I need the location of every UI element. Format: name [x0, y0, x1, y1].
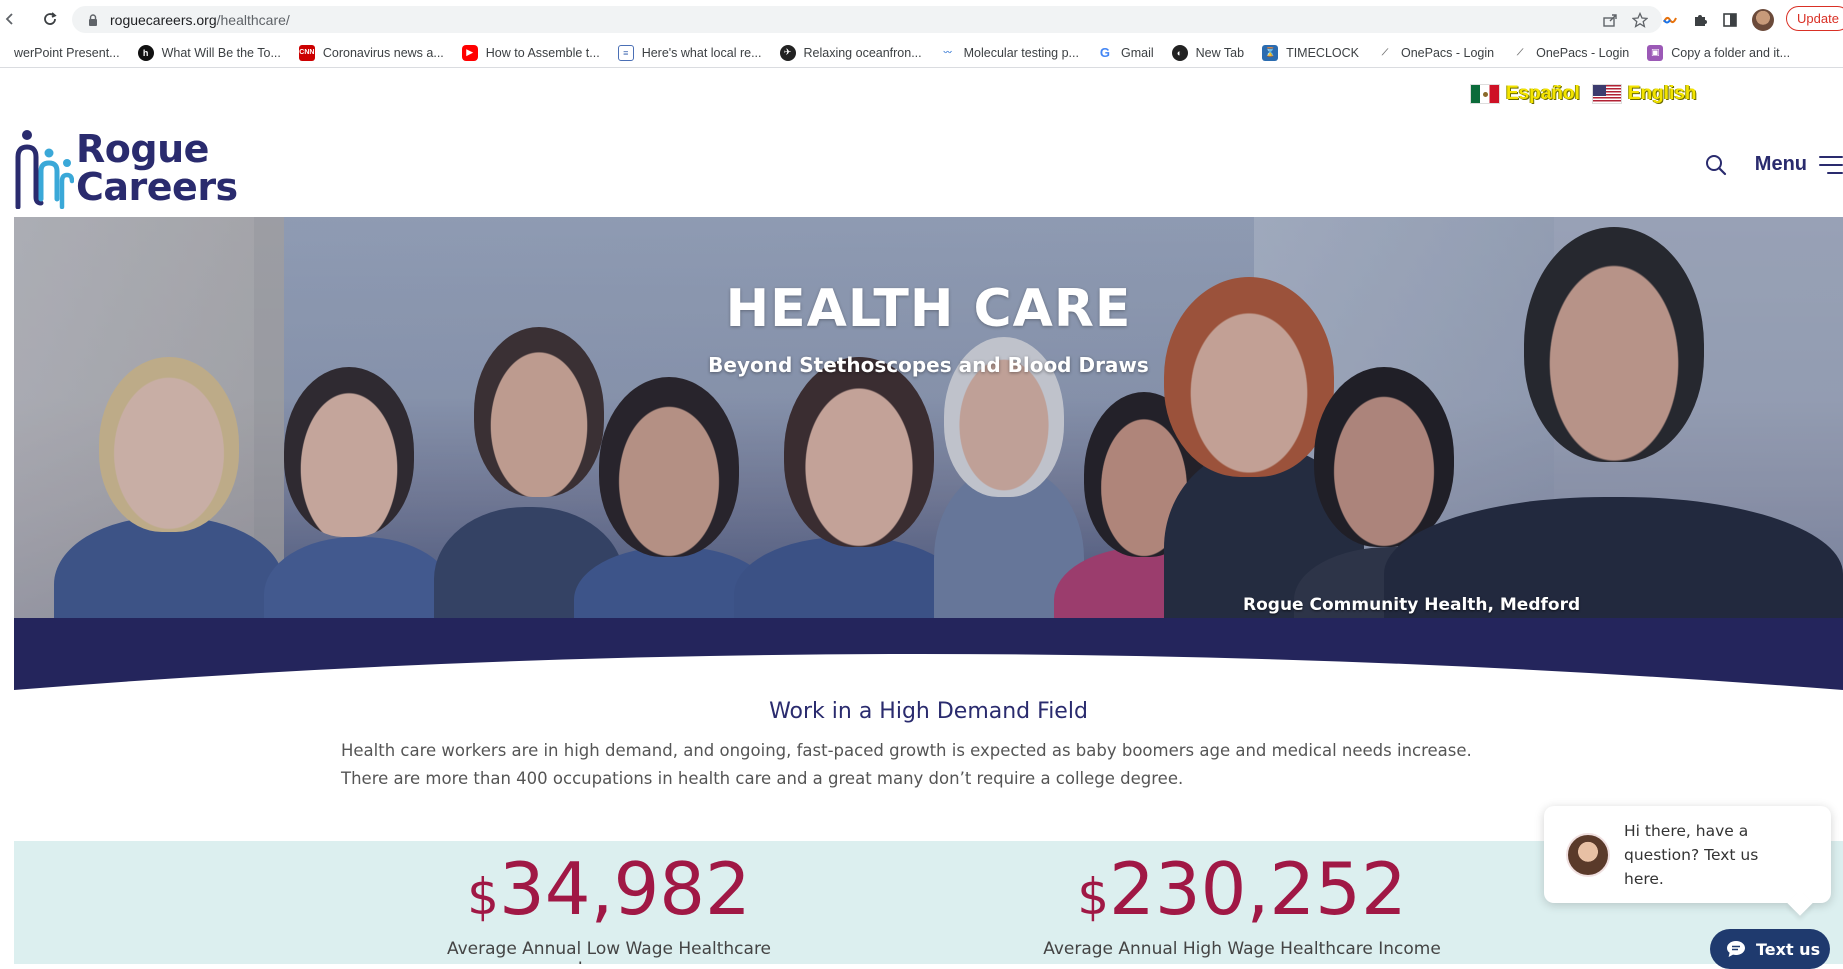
url-path: /healthcare/	[216, 11, 290, 28]
bookmark-item[interactable]: ▶ How to Assemble t...	[461, 44, 600, 61]
bookmark-item[interactable]: werPoint Present...	[14, 46, 120, 60]
wave-divider	[14, 618, 1843, 690]
hero-title: HEALTH CARE	[725, 279, 1132, 339]
bookmark-item[interactable]: ⟋ OnePacs - Login	[1512, 44, 1629, 61]
h-icon: h	[137, 44, 154, 61]
bookmarks-bar: werPoint Present... h What Will Be the To…	[0, 38, 1843, 68]
logo-text: Rogue Careers	[76, 127, 238, 209]
site-header: Rogue Careers Menu	[14, 119, 1843, 217]
extension-colored-icon[interactable]	[1662, 12, 1678, 28]
reload-icon[interactable]	[36, 5, 64, 33]
section-body: Health care workers are in high demand, …	[341, 741, 1472, 788]
youtube-icon: ▶	[461, 44, 478, 61]
hero-subtitle: Beyond Stethoscopes and Blood Draws	[708, 353, 1149, 377]
share-icon[interactable]	[1602, 12, 1618, 28]
lock-icon	[89, 13, 97, 26]
mexico-flag-icon	[1470, 84, 1500, 104]
globe-icon: ◐	[1171, 44, 1188, 61]
spanish-link[interactable]: Español	[1470, 83, 1580, 105]
search-icon[interactable]	[1705, 154, 1727, 176]
profile-avatar[interactable]	[1752, 8, 1774, 31]
low-wage-stat: $34,982 Average Annual Low Wage Healthca…	[414, 841, 804, 964]
puzzle-icon[interactable]	[1692, 12, 1708, 28]
english-link[interactable]: English	[1591, 83, 1697, 105]
bookmark-item[interactable]: ◐ New Tab	[1171, 44, 1244, 61]
star-icon[interactable]	[1632, 11, 1648, 28]
bookmark-item[interactable]: 〰 Molecular testing p...	[939, 44, 1079, 61]
bookmark-item[interactable]: ⌛ TIMECLOCK	[1262, 44, 1359, 61]
stat-label: Average Annual Low Wage Healthcare Incom…	[446, 939, 772, 964]
lab-icon: 〰	[939, 44, 956, 61]
section-title: Work in a High Demand Field	[769, 699, 1088, 724]
google-icon: G	[1096, 44, 1113, 61]
hero-banner: HEALTH CARE Beyond Stethoscopes and Bloo…	[14, 217, 1843, 619]
address-bar[interactable]: roguecareers.org/healthcare/	[72, 6, 1662, 33]
bookmark-item[interactable]: G Gmail	[1096, 44, 1154, 61]
menu-button[interactable]: Menu	[1755, 153, 1843, 176]
bookmark-item[interactable]: h What Will Be the To...	[137, 44, 281, 61]
news-icon: ≡	[617, 44, 634, 61]
folder-icon: ▣	[1647, 44, 1664, 61]
text-us-button[interactable]: Text us	[1710, 929, 1830, 969]
stat-value: $230,252	[1077, 847, 1407, 931]
side-panel-icon[interactable]	[1722, 12, 1738, 28]
back-icon[interactable]	[0, 5, 20, 33]
bookmark-item[interactable]: ✈ Relaxing oceanfron...	[779, 44, 922, 61]
onepacs-icon: ⟋	[1512, 44, 1529, 61]
chat-prompt-bubble[interactable]: Hi there, have a question? Text us here.	[1544, 806, 1831, 903]
stat-label: Average Annual High Wage Healthcare Inco…	[1043, 939, 1441, 959]
logo-people-icon	[15, 130, 74, 209]
chat-agent-avatar	[1566, 832, 1610, 877]
cnn-icon: CNN	[298, 44, 315, 61]
hero-caption: Rogue Community Health, Medford	[1243, 595, 1581, 615]
bookmark-item[interactable]: ▣ Copy a folder and it...	[1647, 44, 1790, 61]
site-logo[interactable]: Rogue Careers	[14, 127, 238, 209]
hamburger-icon	[1819, 155, 1843, 174]
us-flag-icon	[1591, 84, 1622, 104]
chat-message: Hi there, have a question? Text us here.	[1624, 821, 1759, 888]
chat-icon	[1727, 941, 1745, 957]
bookmark-item[interactable]: ≡ Here's what local re...	[617, 44, 762, 61]
update-button[interactable]: Update	[1786, 6, 1843, 31]
browser-toolbar: roguecareers.org/healthcare/ Update	[0, 0, 1843, 38]
language-switcher: Español English	[1470, 83, 1697, 105]
bookmark-item[interactable]: CNN Coronavirus news a...	[298, 44, 444, 61]
hero-overlay	[14, 217, 1843, 619]
timeclock-icon: ⌛	[1262, 44, 1279, 61]
onepacs-icon: ⟋	[1377, 44, 1393, 61]
high-wage-stat: $230,252 Average Annual High Wage Health…	[1042, 841, 1442, 959]
compass-icon: ✈	[779, 44, 796, 61]
stat-value: $34,982	[467, 847, 751, 931]
url-host: roguecareers.org	[110, 11, 217, 28]
bookmark-item[interactable]: ⟋ OnePacs - Login	[1377, 44, 1494, 61]
